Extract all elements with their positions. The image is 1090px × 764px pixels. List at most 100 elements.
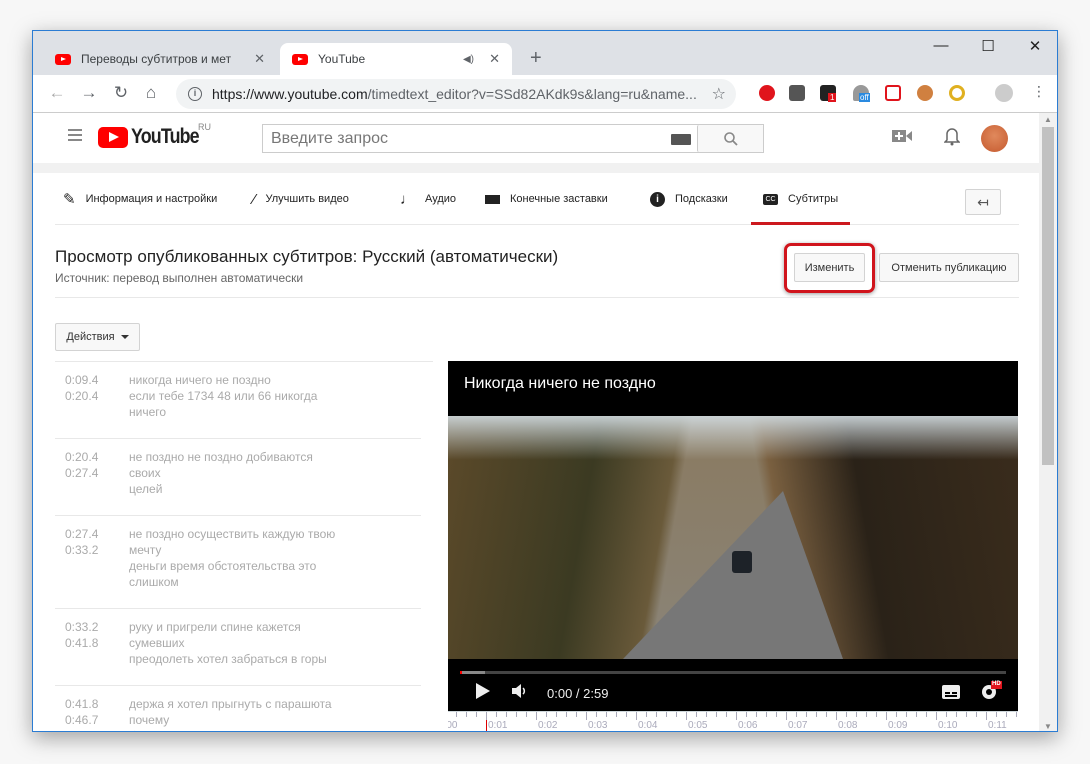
magic-wand-icon: ⁄ xyxy=(253,190,256,208)
timeline-tick xyxy=(736,712,737,720)
caption-item[interactable]: 0:27.4 0:33.2 не поздно осуществить кажду… xyxy=(55,516,421,609)
tab-cards[interactable]: i Подсказки xyxy=(650,187,728,211)
browser-menu-icon[interactable]: ⋮ xyxy=(1027,83,1051,100)
close-tab-icon[interactable]: ✕ xyxy=(254,51,265,67)
caption-end: 0:41.8 xyxy=(65,636,99,650)
forward-button[interactable]: → xyxy=(77,83,101,103)
tab-title: YouTube xyxy=(318,52,366,66)
browser-tab-youtube[interactable]: YouTube ◀) ✕ xyxy=(280,43,512,75)
caption-item[interactable]: 0:41.8 0:46.7 держа я хотел прыгнуть с па… xyxy=(55,686,421,731)
timeline-tick xyxy=(636,712,637,720)
subtitle-editor-card: ✎ Информация и настройки ⁄ Улучшить видео … xyxy=(33,173,1041,731)
subtitle-overlay: Никогда ничего не поздно xyxy=(448,361,1018,415)
extension-off-badge: off xyxy=(859,93,870,102)
caption-item[interactable]: 0:20.4 0:27.4 не поздно не поздно добиваю… xyxy=(55,439,421,516)
timeline-tick xyxy=(876,712,877,717)
edit-button[interactable]: Изменить xyxy=(794,253,865,282)
tab-label: Улучшить видео xyxy=(265,193,349,205)
video-frame[interactable] xyxy=(448,416,1018,659)
timeline-tick xyxy=(516,712,517,717)
caption-end: 0:27.4 xyxy=(65,466,99,480)
browser-tab-translations[interactable]: Переводы субтитров и метаданных ✕ xyxy=(45,43,277,75)
search-button[interactable] xyxy=(697,125,763,152)
tab-info-settings[interactable]: ✎ Информация и настройки xyxy=(63,187,217,211)
timeline-tick xyxy=(546,712,547,717)
extension-badge-icon[interactable]: 1 xyxy=(820,85,837,102)
back-to-list-button[interactable]: ↤ xyxy=(965,189,1001,215)
unpublish-button[interactable]: Отменить публикацию xyxy=(879,253,1019,282)
video-download-icon[interactable] xyxy=(885,85,901,101)
search-input[interactable] xyxy=(263,125,671,152)
address-bar[interactable]: i https://www.youtube.com/timedtext_edit… xyxy=(176,79,736,109)
browser-toolbar: ← → ↻ ⌂ i https://www.youtube.com/timedt… xyxy=(33,75,1057,113)
timeline-tick xyxy=(536,712,537,720)
keyboard-icon[interactable] xyxy=(671,134,691,145)
caption-timeline[interactable]: 0:00 0:01 0:02 0:03 0:04 0:05 0:06 0:07 0:08 0:09… xyxy=(448,711,1018,731)
bookmark-star-icon[interactable]: ☆ xyxy=(712,84,726,104)
timeline-tick xyxy=(606,712,607,717)
actions-label: Действия xyxy=(66,331,115,343)
tab-subtitles[interactable]: CC Субтитры xyxy=(750,187,851,225)
timeline-tick xyxy=(1006,712,1007,717)
caption-item[interactable]: 0:33.2 0:41.8 руку и пригрели спине кажет… xyxy=(55,609,421,686)
caption-start: 0:20.4 xyxy=(65,450,99,464)
tab-audio[interactable]: ♩ Аудио xyxy=(400,187,456,211)
timeline-tick xyxy=(796,712,797,717)
progress-bar[interactable] xyxy=(460,671,1006,674)
guide-menu-icon[interactable] xyxy=(68,129,82,144)
youtube-logo[interactable]: YouTube RU xyxy=(98,122,211,149)
volume-icon[interactable] xyxy=(512,683,528,699)
user-avatar[interactable] xyxy=(981,125,1008,152)
played-bar xyxy=(460,671,462,674)
page-scrollbar[interactable]: ▲ ▼ xyxy=(1039,113,1057,731)
video-player[interactable]: Никогда ничего не поздно 0:00 / 2:59 HD xyxy=(448,361,1018,711)
timeline-tick-label: 0:03 xyxy=(588,720,608,731)
notifications-bell-icon[interactable] xyxy=(944,126,960,146)
timeline-tick xyxy=(696,712,697,717)
caption-start: 0:33.2 xyxy=(65,620,99,634)
coin-extension-icon[interactable] xyxy=(949,85,965,101)
timeline-tick xyxy=(716,712,717,717)
close-tab-icon[interactable]: ✕ xyxy=(489,51,500,67)
back-button[interactable]: ← xyxy=(45,83,69,103)
extension-gear-icon[interactable] xyxy=(789,85,805,101)
search-box xyxy=(262,124,764,153)
youtube-favicon-icon xyxy=(55,53,71,65)
minimize-button[interactable]: — xyxy=(926,37,956,54)
timeline-tick xyxy=(566,712,567,717)
maximize-button[interactable]: ☐ xyxy=(973,37,1003,55)
home-button[interactable]: ⌂ xyxy=(139,83,163,103)
timeline-tick xyxy=(896,712,897,717)
close-window-button[interactable]: ✕ xyxy=(1020,37,1050,55)
caption-item[interactable]: 0:09.4 0:20.4 никогда ничего не поздно ес… xyxy=(55,362,421,439)
caption-start: 0:41.8 xyxy=(65,697,99,711)
tab-end-screens[interactable]: Конечные заставки xyxy=(485,187,608,211)
audio-playing-icon[interactable]: ◀) xyxy=(463,54,474,65)
timeline-tick xyxy=(916,712,917,717)
tab-title: Переводы субтитров и метаданных xyxy=(81,52,231,66)
timeline-tick xyxy=(576,712,577,717)
tab-enhance-video[interactable]: ⁄ Улучшить видео xyxy=(253,187,349,211)
scroll-up-arrow-icon[interactable]: ▲ xyxy=(1044,115,1052,124)
timeline-tick xyxy=(856,712,857,717)
profile-avatar-icon[interactable] xyxy=(995,84,1013,102)
site-info-icon[interactable]: i xyxy=(188,87,202,101)
scroll-down-arrow-icon[interactable]: ▼ xyxy=(1044,722,1052,731)
new-tab-button[interactable]: + xyxy=(530,47,542,70)
upload-video-icon[interactable] xyxy=(892,129,912,143)
timeline-tick xyxy=(976,712,977,717)
reload-button[interactable]: ↻ xyxy=(109,83,133,103)
back-arrow-icon: ↤ xyxy=(977,194,989,210)
studio-nav-tabs: ✎ Информация и настройки ⁄ Улучшить видео … xyxy=(55,173,1019,225)
cc-icon: CC xyxy=(763,193,778,205)
tab-strip: Переводы субтитров и метаданных ✕ YouTub… xyxy=(33,31,1057,75)
timeline-tick xyxy=(946,712,947,717)
page-scrollbar-thumb[interactable] xyxy=(1042,127,1054,465)
actions-dropdown[interactable]: Действия xyxy=(55,323,140,351)
timeline-tick xyxy=(806,712,807,717)
extension-off-icon[interactable]: off xyxy=(853,85,870,102)
subtitles-toggle-icon[interactable] xyxy=(942,685,960,699)
play-icon[interactable] xyxy=(476,683,490,699)
adblock-icon[interactable] xyxy=(759,85,775,101)
owl-extension-icon[interactable] xyxy=(917,85,933,101)
